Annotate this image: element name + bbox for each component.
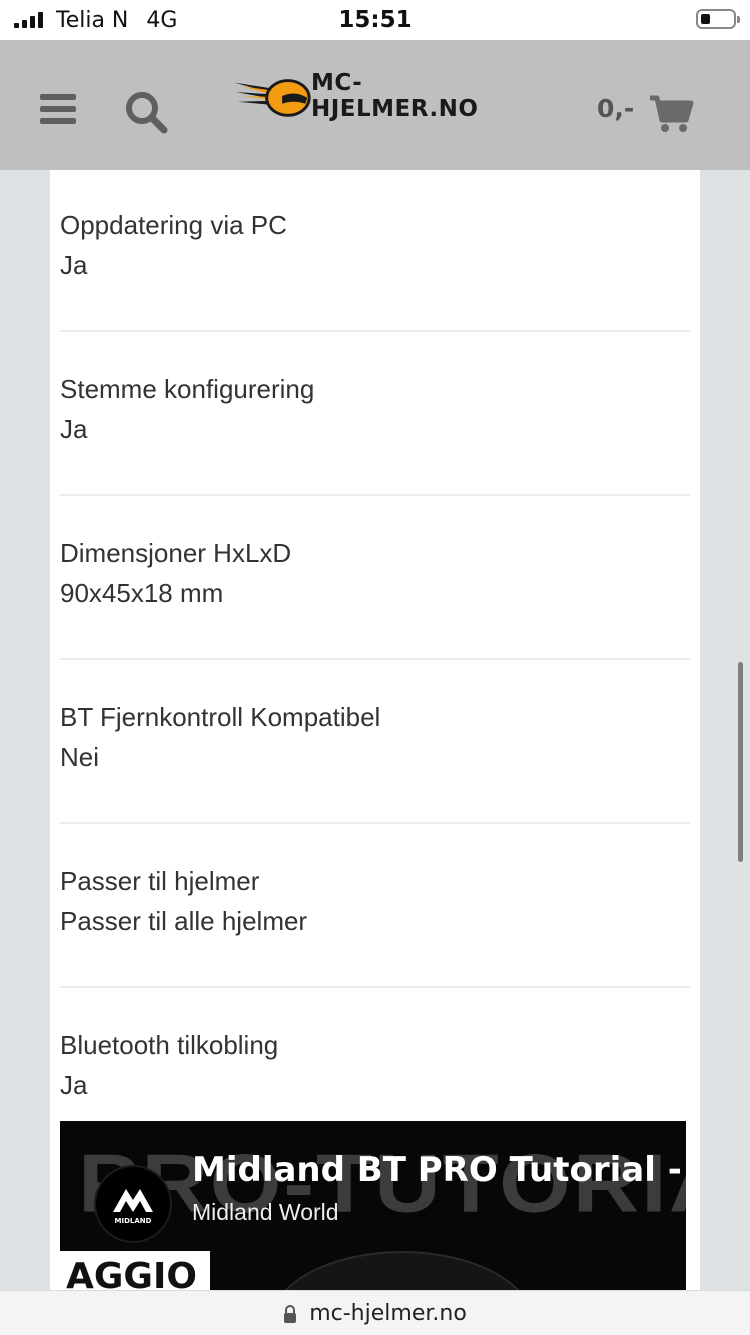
spec-row: Dimensjoner HxLxD 90x45x18 mm: [60, 496, 690, 660]
avatar-text: MIDLAND: [115, 1217, 152, 1225]
spec-list: Oppdatering via PC Ja Stemme konfigureri…: [60, 170, 690, 1150]
channel-avatar[interactable]: MIDLAND: [96, 1167, 170, 1241]
spec-label: Stemme konfigurering: [60, 374, 315, 404]
menu-icon[interactable]: [40, 94, 76, 124]
spec-value: Ja: [60, 414, 88, 444]
clock: 15:51: [338, 7, 412, 33]
spec-value: Passer til alle hjelmer: [60, 906, 308, 936]
spec-row: Passer til hjelmer Passer til alle hjelm…: [60, 824, 690, 988]
spec-value: Nei: [60, 742, 100, 772]
spec-label: Passer til hjelmer: [60, 866, 260, 896]
video-embed[interactable]: PRO-TUTORIAL AGGIO MIDLAND Midland BT PR…: [60, 1121, 686, 1290]
browser-url-bar[interactable]: mc-hjelmer.no: [0, 1290, 750, 1335]
lock-icon: [284, 1305, 297, 1323]
product-specifications: Oppdatering via PC Ja Stemme konfigureri…: [50, 170, 700, 1290]
url-text: mc-hjelmer.no: [309, 1300, 467, 1326]
spec-value: Ja: [60, 1070, 88, 1100]
video-thumbnail-text: AGGIO: [66, 1256, 197, 1290]
battery-icon: [696, 9, 740, 29]
video-title[interactable]: Midland BT PRO Tutorial -: [192, 1150, 682, 1190]
status-bar: Telia N 4G 15:51: [0, 0, 750, 40]
midland-logo-icon: MIDLAND: [113, 1189, 153, 1225]
spec-label: Oppdatering via PC: [60, 210, 287, 240]
spec-value: Ja: [60, 250, 88, 280]
spec-label: Dimensjoner HxLxD: [60, 538, 292, 568]
scrollbar[interactable]: [738, 662, 743, 862]
search-icon[interactable]: [124, 90, 168, 134]
spec-row: Stemme konfigurering Ja: [60, 332, 690, 496]
video-helmet-shape: [270, 1251, 534, 1290]
helmet-logo-icon: [233, 79, 311, 117]
site-header: MC-HJELMER.NO 0,-: [0, 40, 750, 170]
cart-total[interactable]: 0,-: [597, 94, 634, 123]
spec-label: BT Fjernkontroll Kompatibel: [60, 702, 381, 732]
spec-label: Bluetooth tilkobling: [60, 1030, 279, 1060]
logo-text: MC-HJELMER.NO: [311, 70, 479, 122]
spec-row: Oppdatering via PC Ja: [60, 170, 690, 332]
site-logo[interactable]: MC-HJELMER.NO: [232, 70, 522, 122]
spec-row: BT Fjernkontroll Kompatibel Nei: [60, 660, 690, 824]
cart-icon[interactable]: [648, 94, 694, 134]
spec-value: 90x45x18 mm: [60, 578, 224, 608]
video-channel[interactable]: Midland World: [192, 1199, 339, 1226]
